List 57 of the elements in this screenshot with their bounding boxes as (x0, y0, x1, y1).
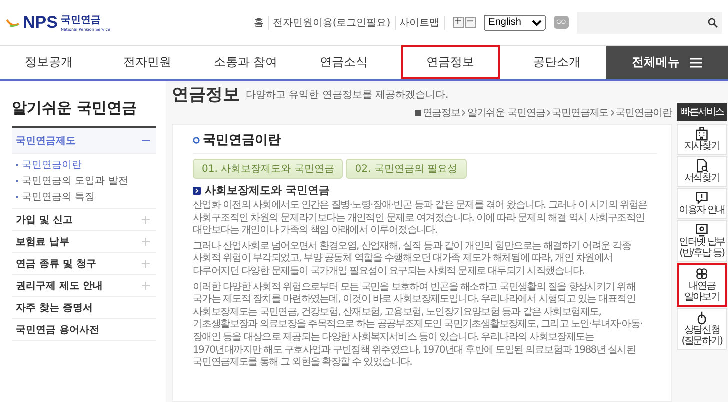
nav-tab[interactable]: 소통과 참여 (196, 46, 295, 79)
paragraph: 산업화 이전의 사회에서도 인간은 질병·노령·장애·빈곤 등과 같은 문제를 겪어 왔습니다. 그러나 이 시기의 위험은 사회구조적인 차원의 문제라기보다는 개인적인 문제로 여겨졌습니다. 이에 따라 문제의 해결 역시 사회구조적인 대안보다는 개인이나 가족의 책임 아래에서 이루어졌습니다. (193, 200, 648, 238)
chevron-icon (547, 110, 550, 116)
plus-icon (142, 260, 150, 268)
chevron-icon (462, 110, 466, 116)
section-title: 사회보장제도와 국민연금 (205, 183, 330, 198)
logo-swoosh-icon (6, 18, 20, 28)
page-subtitle: 다양하고 유익한 연금정보를 제공하겠습니다. (246, 88, 449, 102)
search-field[interactable] (577, 12, 722, 34)
chevron-icon (610, 110, 614, 116)
sidebar-item[interactable]: 국민연금제도 (12, 128, 156, 154)
language-select[interactable]: English (484, 14, 546, 30)
quick-service-item[interactable]: 서식찾기 (677, 156, 727, 187)
clover-icon (695, 267, 709, 281)
search-icon (708, 18, 718, 28)
nav-tab[interactable]: 연금소식 (294, 46, 394, 79)
menu-icon (690, 58, 702, 68)
paragraph: 이러한 다양한 사회적 위험으로부터 모든 국민을 보호하여 빈곤을 해소하고 국민생활의 질을 향상시키기 위해 국가는 제도적 장치를 마련하였는데, 이것이 바로 사회보장제도입니다. 우리나라에서 시행되고 있는 대표적인 사회보장제도는 국민연금, 건강보험, 산재보험, 고용보험, 노인장기요양보험 등과 같은 사회보험제도, 기초생활보장과 의료보장을 주목적으로 하는 공공부조제도인 국민기초생활보장제도, 그리고 노인·부녀자·아동·장애인 등을 대상으로 제공되는 다양한 사회복지서비스 등이 있습니다. 우리나라의 사회보장제도는 1970년대까지만 해도 구호사업과 구빈정책 위주였으나, 1970년대 후반에 도입된 의료보험과 1988년 실시된 국민연금제도를 통해 그 외현을 확장할 수 있었습니다. (193, 282, 644, 370)
utility-link[interactable]: 사이트맵 (396, 16, 445, 30)
logo-name: 국민연금 (60, 14, 102, 27)
quick-service-item[interactable]: 상담신청(질문하기) (677, 308, 727, 350)
document-search-icon (695, 159, 709, 173)
quick-service-item[interactable]: 인터넷 납부(반/후납 등) (677, 220, 727, 262)
quick-service-item[interactable]: 지사찾기 (677, 124, 727, 155)
all-menu-button[interactable]: 전체메뉴 (606, 46, 728, 79)
utility-link[interactable]: 홈 (250, 16, 269, 30)
page-title: 연금정보 (172, 84, 240, 106)
plus-icon (142, 282, 150, 290)
nav-tab[interactable]: 연금정보 (401, 45, 500, 79)
utility-link[interactable]: 전자민원이용(로그인필요) (268, 16, 396, 30)
sidebar-subitem[interactable]: 국민연금의 도입과 발전 (16, 174, 156, 188)
breadcrumb-link[interactable]: 연금정보 (422, 106, 460, 120)
page-heading: 국민연금이란 (203, 132, 281, 149)
sidebar-subitem[interactable]: 국민연금이란 (16, 158, 156, 172)
font-size-button[interactable]: − (464, 17, 476, 28)
plus-icon (142, 238, 150, 246)
quick-service-title: 빠른서비스 (677, 103, 727, 121)
breadcrumb-link[interactable]: 국민연금제도 (552, 106, 609, 120)
plus-icon (142, 216, 150, 224)
ring-icon (193, 136, 200, 144)
building-icon (695, 127, 709, 141)
speech-bubble-icon (695, 191, 709, 205)
arrow-square-icon (193, 186, 201, 194)
home-icon (414, 110, 421, 116)
logo-mark: NPS (23, 12, 58, 32)
quick-service-item[interactable]: 이용자 안내 (677, 188, 727, 219)
breadcrumb-link[interactable]: 국민연금이란 (616, 106, 672, 120)
breadcrumb-link[interactable]: 알기쉬운 국민연금 (467, 106, 546, 120)
sidebar-subitem[interactable]: 국민연금의 특징 (16, 190, 156, 204)
mouse-icon (695, 311, 709, 325)
nav-tab[interactable]: 전자민원 (98, 46, 197, 79)
font-size-button[interactable]: + (452, 17, 464, 28)
nav-tab[interactable]: 공단소개 (508, 46, 606, 79)
paragraph: 그러나 산업사회로 넘어오면서 환경오염, 산업재해, 실직 등과 같이 개인의 힘만으로는 해결하기 어려운 각종 사회적 위험이 부각되었고, 부양 공동체 역할을 수행해오던 대가족 제도가 해체됨에 따라, 개인 차원에서 다루어지던 다양한 문제들이 국가개입 필요성이 요구되는 사회적 문제로 대두되기 시작했습니다. (193, 240, 632, 279)
quick-service-item[interactable]: 내연금 알아보기 (677, 263, 727, 307)
monitor-icon (695, 223, 709, 237)
nav-tab[interactable]: 정보공개 (0, 46, 98, 79)
